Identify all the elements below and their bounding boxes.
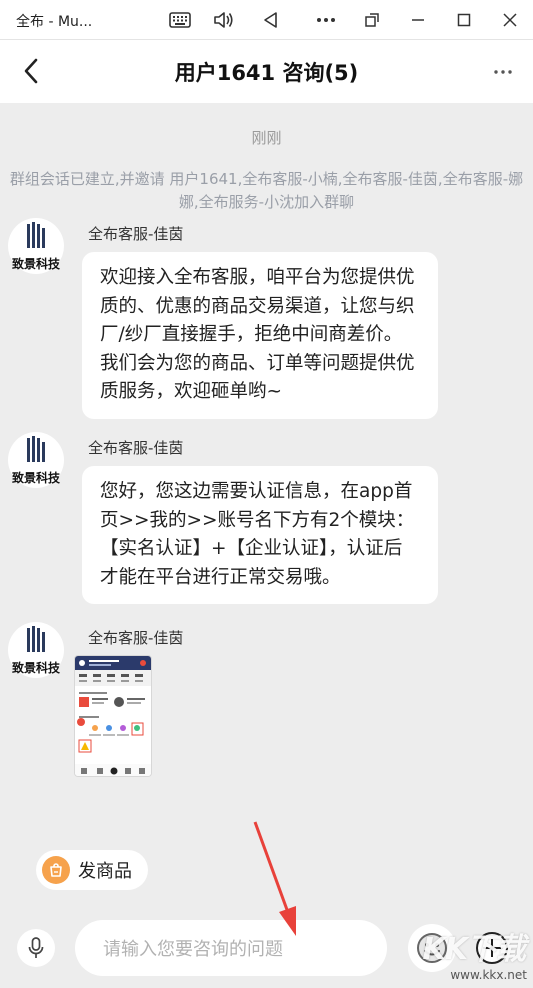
page-title: 用户1641 咨询(5) bbox=[174, 61, 359, 85]
more-horizontal-icon bbox=[494, 70, 512, 74]
message-bubble[interactable]: 欢迎接入全布客服，咱平台为您提供优质的、优惠的商品交易渠道，让您与织厂/纱厂直接… bbox=[82, 252, 438, 419]
message-sender: 全布客服-佳茵 bbox=[88, 629, 184, 647]
avatar-logo-text: 致景科技 bbox=[11, 257, 60, 271]
send-product-label: 发商品 bbox=[78, 861, 132, 882]
watermark-logo: KK下载 bbox=[422, 932, 526, 967]
rotate-screen-icon[interactable] bbox=[350, 0, 394, 40]
system-message: 群组会话已建立,并邀请 用户1641,全布客服-小楠,全布客服-佳茵,全布客服-… bbox=[9, 170, 524, 211]
chat-timestamp: 刚刚 bbox=[251, 129, 282, 147]
microphone-icon bbox=[28, 937, 44, 958]
message-input[interactable]: 请输入您要咨询的问题 bbox=[75, 920, 387, 976]
shopping-bag-icon bbox=[42, 856, 70, 884]
volume-icon[interactable] bbox=[202, 0, 246, 40]
maximize-icon[interactable] bbox=[442, 0, 486, 40]
more-horizontal-icon[interactable] bbox=[304, 0, 348, 40]
keyboard-icon[interactable] bbox=[158, 0, 202, 40]
message-bubble[interactable]: 您好，您这边需要认证信息，在app首页>>我的>>账号名下方有2个模块：【实名认… bbox=[82, 466, 438, 604]
close-icon[interactable] bbox=[488, 0, 532, 40]
back-triangle-icon[interactable] bbox=[248, 0, 292, 40]
voice-input-button[interactable] bbox=[17, 929, 55, 967]
avatar-logo-text: 致景科技 bbox=[11, 661, 60, 675]
message-sender: 全布客服-佳茵 bbox=[88, 439, 184, 457]
message-sender: 全布客服-佳茵 bbox=[88, 225, 184, 243]
image-message-thumbnail[interactable] bbox=[74, 655, 152, 777]
minimize-icon[interactable] bbox=[396, 0, 440, 40]
chat-header: 用户1641 咨询(5) bbox=[0, 40, 533, 103]
avatar-logo-text: 致景科技 bbox=[11, 471, 60, 485]
more-options-button[interactable] bbox=[491, 62, 515, 82]
window-title: 全布 - Mu... bbox=[16, 14, 93, 30]
message-input-placeholder: 请输入您要咨询的问题 bbox=[103, 939, 283, 960]
window-title-bar: 全布 - Mu... bbox=[0, 0, 533, 40]
send-product-button[interactable]: 发商品 bbox=[36, 850, 148, 890]
watermark-url: www.kkx.net bbox=[450, 968, 527, 982]
